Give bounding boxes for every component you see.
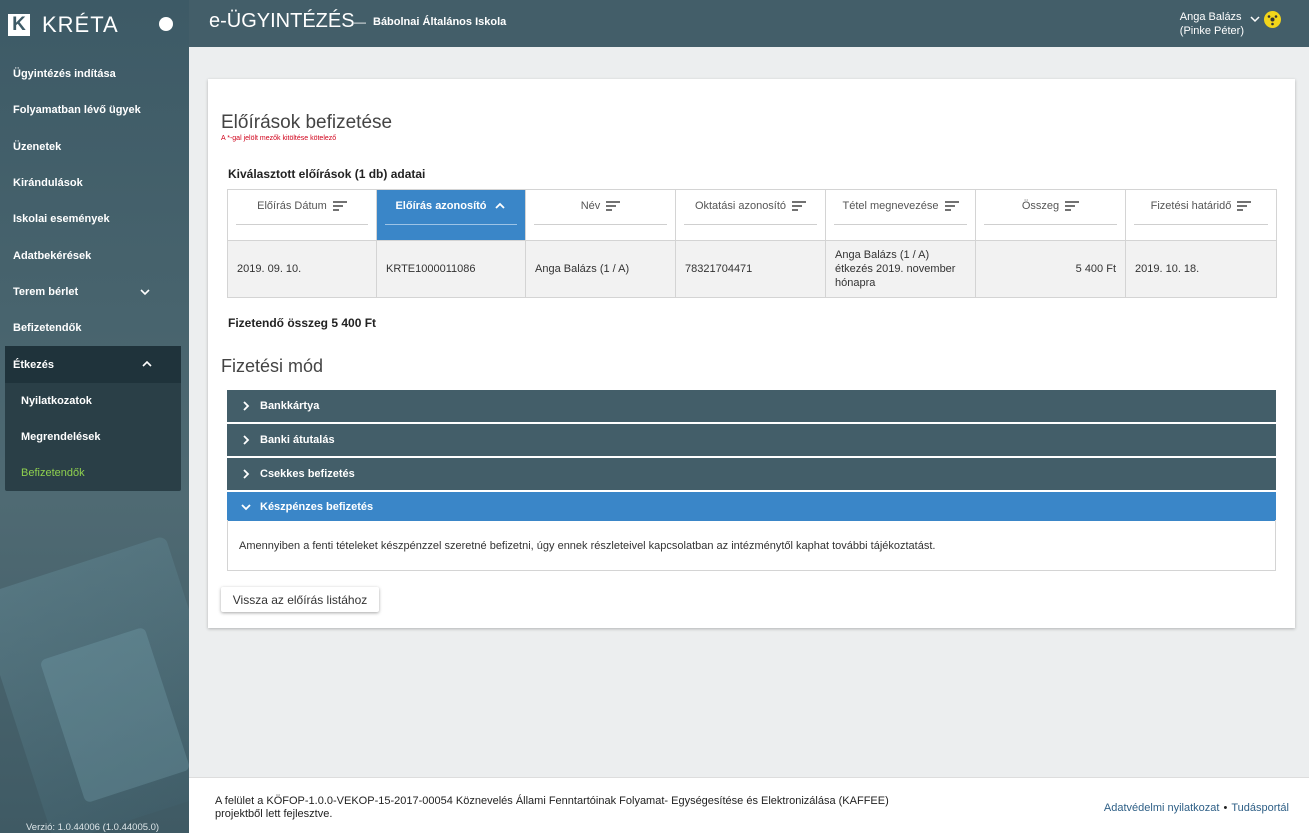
user-sub-name: (Pinke Péter) (1179, 25, 1244, 37)
sidebar-subitem-befizetendok[interactable]: Befizetendők (5, 455, 181, 491)
table-row[interactable]: 2019. 09. 10. KRTE1000011086 Anga Balázs… (227, 240, 1277, 298)
column-header-eloiras-azonosito[interactable]: Előírás azonosító (376, 189, 526, 241)
knowledge-portal-link[interactable]: Tudásportál (1231, 802, 1289, 814)
cell-nev: Anga Balázs (1 / A) (525, 240, 676, 298)
accessibility-icon[interactable] (1264, 11, 1281, 28)
column-filter[interactable] (385, 224, 517, 225)
column-header-tetel-megnevezese[interactable]: Tétel megnevezése (825, 189, 976, 241)
column-filter[interactable] (534, 224, 667, 225)
sidebar-item-adatbekeresek[interactable]: Adatbekérések (0, 237, 189, 273)
chevron-right-icon (243, 469, 250, 479)
cell-eloiras-azonosito: KRTE1000011086 (376, 240, 526, 298)
page-title: Előírások befizetése (221, 112, 393, 133)
sidebar-item-uzenetek[interactable]: Üzenetek (0, 129, 189, 165)
kreta-logo-icon: K (8, 14, 30, 36)
sort-icon (332, 201, 347, 211)
sidebar-nav: Ügyintézés indítása Folyamatban lévő ügy… (0, 56, 189, 491)
sort-icon (606, 201, 621, 211)
sidebar-item-etkezes[interactable]: Étkezés (5, 346, 181, 383)
sidebar-item-befizetendok[interactable]: Befizetendők (0, 310, 189, 346)
column-filter[interactable] (236, 224, 368, 225)
link-separator: • (1223, 802, 1228, 814)
sort-icon (792, 201, 807, 211)
column-filter[interactable] (684, 224, 817, 225)
footer-links: Adatvédelmi nyilatkozat • Tudásportál (1104, 802, 1289, 814)
accordion-bankkartya[interactable]: Bankkártya (227, 390, 1276, 422)
column-filter[interactable] (984, 224, 1117, 225)
brand[interactable]: K KRÉTA (0, 0, 189, 48)
column-header-fizetesi-hatarido[interactable]: Fizetési határidő (1125, 189, 1277, 241)
sidebar-item-iskolai-esemenyek[interactable]: Iskolai események (0, 201, 189, 237)
section-title: Kiválasztott előírások (1 db) adatai (228, 167, 426, 181)
footer-text: A felület a KÖFOP-1.0.0-VEKOP-15-2017-00… (215, 795, 889, 820)
total-amount: Fizetendő összeg 5 400 Ft (228, 316, 377, 330)
required-note: A *-gal jelölt mezők kitöltése kötelező (221, 135, 337, 142)
column-header-nev[interactable]: Név (525, 189, 676, 241)
cash-payment-info: Amennyiben a fenti tételeket készpénzzel… (227, 520, 1276, 571)
chevron-down-icon[interactable] (1250, 14, 1260, 24)
sidebar: K KRÉTA Ügyintézés indítása Folyamatban … (0, 0, 189, 833)
accordion-keszpenzes-befizetes[interactable]: Készpénzes befizetés (227, 492, 1276, 521)
chevron-right-icon (243, 401, 250, 411)
column-filter[interactable] (834, 224, 967, 225)
user-menu[interactable]: Anga Balázs (Pinke Péter) (1180, 10, 1244, 38)
column-header-eloiras-datum[interactable]: Előírás Dátum (227, 189, 377, 241)
payment-method-title: Fizetési mód (221, 356, 324, 376)
chevron-down-icon (140, 289, 150, 295)
footer: A felület a KÖFOP-1.0.0-VEKOP-15-2017-00… (189, 777, 1309, 833)
cell-oktatasi-azonosito: 78321704471 (675, 240, 826, 298)
sidebar-subitem-nyilatkozatok[interactable]: Nyilatkozatok (5, 383, 181, 419)
top-bar: e-ÜGYINTÉZÉS — Bábolnai Általános Iskola… (189, 0, 1309, 47)
cell-tetel-megnevezese: Anga Balázs (1 / A) étkezés 2019. novemb… (825, 240, 976, 298)
privacy-link[interactable]: Adatvédelmi nyilatkozat (1104, 802, 1220, 814)
chevron-down-icon (241, 503, 251, 510)
chevron-up-icon (142, 361, 152, 367)
brand-name: KRÉTA (42, 12, 119, 37)
column-header-oktatasi-azonosito[interactable]: Oktatási azonosító (675, 189, 826, 241)
user-name: Anga Balázs (1179, 11, 1242, 23)
back-to-list-button[interactable]: Vissza az előírás listához (221, 587, 379, 612)
sidebar-item-terem-berlet[interactable]: Terem bérlet (0, 274, 189, 310)
title-separator: — (354, 15, 366, 29)
accordion-banki-atutalas[interactable]: Banki átutalás (227, 424, 1276, 456)
sidebar-item-ugyintezes-inditasa[interactable]: Ügyintézés indítása (0, 56, 189, 92)
accordion-csekkes-befizetes[interactable]: Csekkes befizetés (227, 458, 1276, 490)
sidebar-item-kirandulasok[interactable]: Kirándulások (0, 165, 189, 201)
cell-osszeg: 5 400 Ft (975, 240, 1126, 298)
sort-ascending-icon (494, 202, 505, 209)
sidebar-subitem-megrendelesek[interactable]: Megrendelések (5, 419, 181, 455)
cell-fizetesi-hatarido: 2019. 10. 18. (1125, 240, 1277, 298)
payment-items-table: Előírás Dátum Előírás azonosító Név Okta… (227, 189, 1277, 298)
app-title: e-ÜGYINTÉZÉS (209, 10, 355, 32)
column-filter[interactable] (1134, 224, 1268, 225)
column-header-osszeg[interactable]: Összeg (975, 189, 1126, 241)
sort-icon (944, 201, 959, 211)
sort-icon (1237, 201, 1252, 211)
cell-eloiras-datum: 2019. 09. 10. (227, 240, 377, 298)
sidebar-toggle-icon[interactable] (159, 17, 173, 31)
sidebar-item-folyamatban-levo-ugyek[interactable]: Folyamatban lévő ügyek (0, 92, 189, 128)
chevron-right-icon (243, 435, 250, 445)
school-name: Bábolnai Általános Iskola (373, 16, 507, 28)
sort-icon (1065, 201, 1080, 211)
version-label: Verzió: 1.0.44006 (1.0.44005.0) (26, 822, 160, 833)
sidebar-group-etkezes: Étkezés Nyilatkozatok Megrendelések Befi… (5, 346, 181, 491)
main-card: Előírások befizetése A *-gal jelölt mező… (208, 79, 1295, 628)
